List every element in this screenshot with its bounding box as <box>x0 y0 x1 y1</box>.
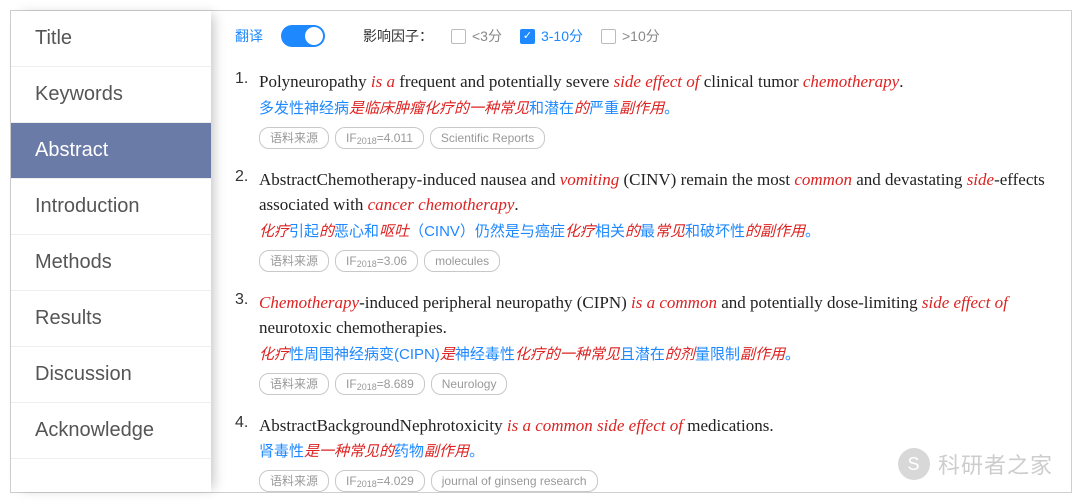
sidebar-item-abstract[interactable]: Abstract <box>11 123 211 179</box>
sidebar-item-label: Discussion <box>35 363 132 386</box>
watermark: S 科研者之家 <box>898 448 1053 480</box>
entry-body: AbstractChemotherapy-induced nausea and … <box>259 167 1047 272</box>
source-tag[interactable]: 语料来源 <box>259 127 329 149</box>
entry-sentence: AbstractChemotherapy-induced nausea and … <box>259 167 1047 218</box>
sidebar-item-label: Methods <box>35 251 112 274</box>
watermark-text: 科研者之家 <box>938 448 1053 480</box>
entry-tags: 语料来源 IF2018=3.06 molecules <box>259 250 1047 272</box>
if-tag[interactable]: IF2018=8.689 <box>335 373 425 395</box>
entry-sentence: AbstractBackgroundNephrotoxicity is a co… <box>259 413 1047 439</box>
entry-tags: 语料来源 IF2018=8.689 Neurology <box>259 373 1047 395</box>
if-tag[interactable]: IF2018=3.06 <box>335 250 418 272</box>
entry-sentence: Polyneuropathy is a frequent and potenti… <box>259 69 1047 95</box>
sidebar-item-label: Results <box>35 307 102 330</box>
result-entry: 3. Chemotherapy-induced peripheral neuro… <box>235 290 1047 395</box>
sidebar-item-discussion[interactable]: Discussion <box>11 347 211 403</box>
sidebar-item-results[interactable]: Results <box>11 291 211 347</box>
sidebar-item-label: Abstract <box>35 139 108 162</box>
result-entry: 1. Polyneuropathy is a frequent and pote… <box>235 69 1047 149</box>
entry-body: Polyneuropathy is a frequent and potenti… <box>259 69 1047 149</box>
entry-sentence: Chemotherapy-induced peripheral neuropat… <box>259 290 1047 341</box>
sidebar: Title Keywords Abstract Introduction Met… <box>11 11 211 492</box>
sidebar-item-keywords[interactable]: Keywords <box>11 67 211 123</box>
entry-number: 1. <box>235 69 259 149</box>
checkbox-icon <box>451 29 466 44</box>
filter-bar: 翻译 影响因子： <3分 3-10分 >10分 <box>235 25 1047 47</box>
impact-factor-label: 影响因子： <box>363 26 433 46</box>
journal-tag[interactable]: journal of ginseng research <box>431 470 598 492</box>
checkbox-icon <box>601 29 616 44</box>
if-option-3to10[interactable]: 3-10分 <box>520 26 583 46</box>
if-option-lt3[interactable]: <3分 <box>451 26 502 46</box>
if-tag[interactable]: IF2018=4.029 <box>335 470 425 492</box>
entry-translation: 多发性神经病是临床肿瘤化疗的一种常见和潜在的严重副作用。 <box>259 97 1047 121</box>
entry-number: 3. <box>235 290 259 395</box>
sidebar-item-introduction[interactable]: Introduction <box>11 179 211 235</box>
wechat-icon: S <box>898 448 930 480</box>
sidebar-item-label: Acknowledge <box>35 419 154 442</box>
entry-translation: 化疗引起的恶心和呕吐（CINV）仍然是与癌症化疗相关的最常见和破坏性的副作用。 <box>259 220 1047 244</box>
if-option-label: >10分 <box>622 26 660 46</box>
source-tag[interactable]: 语料来源 <box>259 470 329 492</box>
if-option-label: <3分 <box>472 26 502 46</box>
result-entry: 2. AbstractChemotherapy-induced nausea a… <box>235 167 1047 272</box>
entry-body: Chemotherapy-induced peripheral neuropat… <box>259 290 1047 395</box>
sidebar-item-methods[interactable]: Methods <box>11 235 211 291</box>
sidebar-item-label: Introduction <box>35 195 140 218</box>
entry-number: 2. <box>235 167 259 272</box>
journal-tag[interactable]: Neurology <box>431 373 508 395</box>
entry-tags: 语料来源 IF2018=4.011 Scientific Reports <box>259 127 1047 149</box>
result-list: 1. Polyneuropathy is a frequent and pote… <box>235 69 1047 492</box>
journal-tag[interactable]: molecules <box>424 250 500 272</box>
entry-translation: 化疗性周围神经病变(CIPN)是神经毒性化疗的一种常见且潜在的剂量限制副作用。 <box>259 343 1047 367</box>
if-option-label: 3-10分 <box>541 26 583 46</box>
translate-toggle[interactable] <box>281 25 325 47</box>
sidebar-item-label: Keywords <box>35 83 123 106</box>
translate-label: 翻译 <box>235 26 263 46</box>
journal-tag[interactable]: Scientific Reports <box>430 127 545 149</box>
sidebar-item-acknowledge[interactable]: Acknowledge <box>11 403 211 459</box>
sidebar-item-label: Title <box>35 27 72 50</box>
checkbox-icon <box>520 29 535 44</box>
main-panel: 翻译 影响因子： <3分 3-10分 >10分 1. Polyneuropath… <box>211 11 1071 492</box>
sidebar-item-title[interactable]: Title <box>11 11 211 67</box>
if-option-gt10[interactable]: >10分 <box>601 26 660 46</box>
entry-number: 4. <box>235 413 259 493</box>
app-frame: Title Keywords Abstract Introduction Met… <box>10 10 1072 493</box>
source-tag[interactable]: 语料来源 <box>259 250 329 272</box>
source-tag[interactable]: 语料来源 <box>259 373 329 395</box>
if-tag[interactable]: IF2018=4.011 <box>335 127 424 149</box>
